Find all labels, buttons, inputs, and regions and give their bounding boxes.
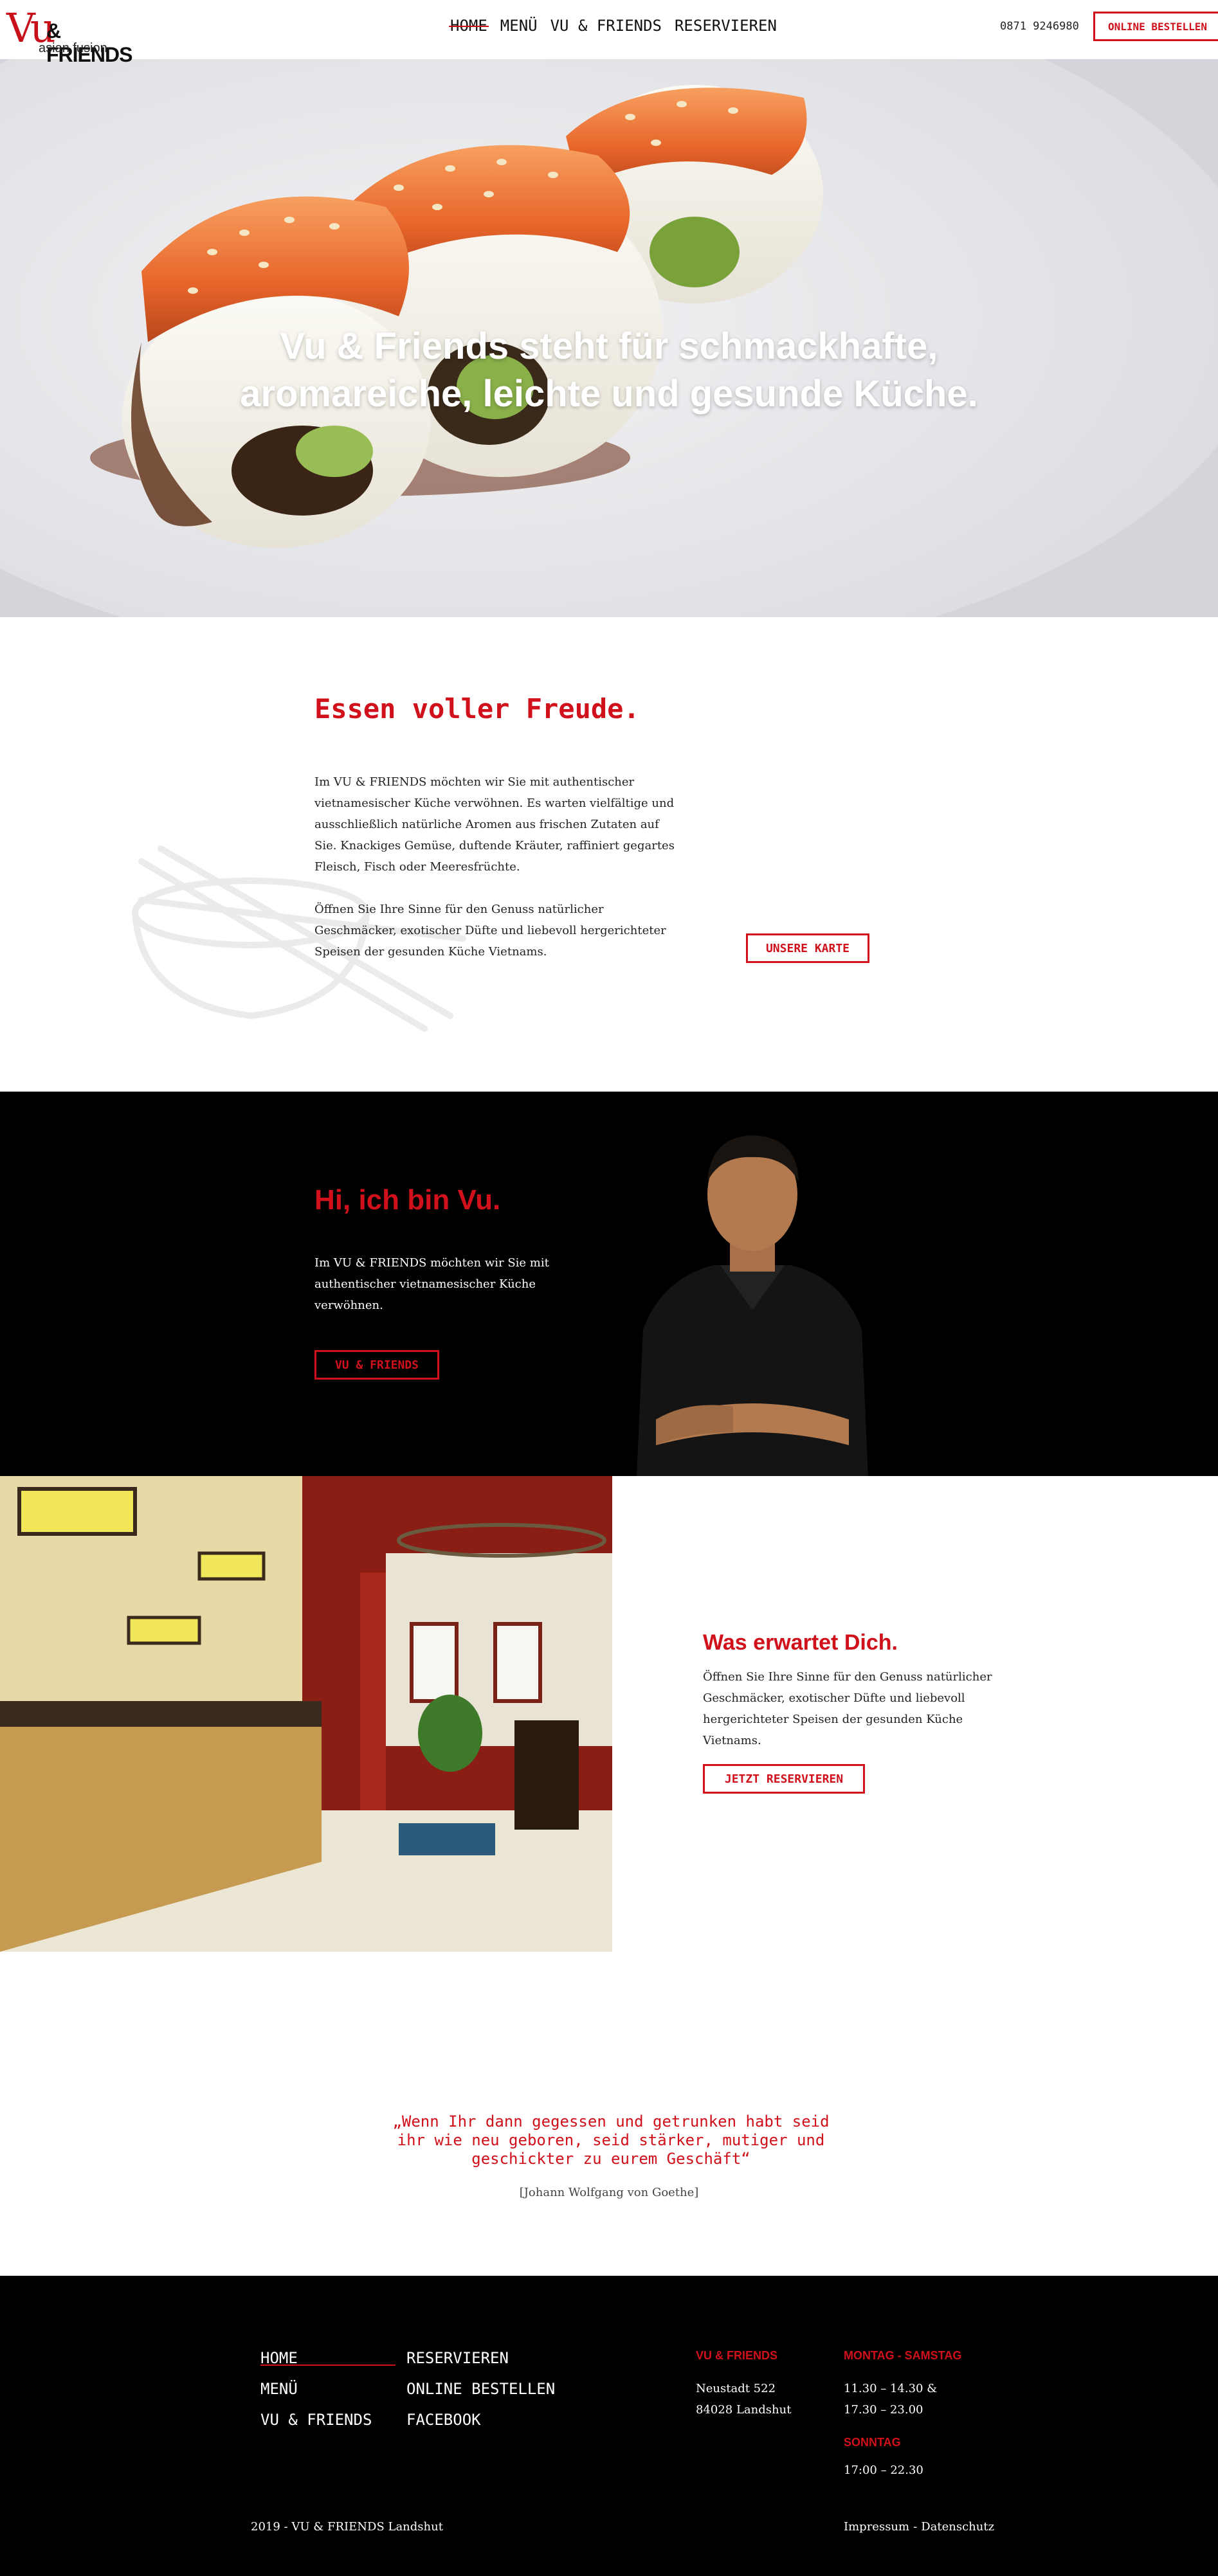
footer-nav-menu[interactable]: MENÜ	[260, 2380, 298, 2398]
footer-address-line-1: Neustadt 522	[696, 2382, 776, 2395]
intro-title: Essen voller Freude.	[314, 693, 640, 725]
footer-nav-reservieren[interactable]: RESERVIEREN	[406, 2349, 509, 2367]
footer-opening-hours: MONTAG - SAMSTAG 11.30 – 14.30 & 17.30 –…	[844, 2345, 961, 2481]
footer-sunday-line: 17:00 – 22.30	[844, 2463, 923, 2477]
intro-text: Im VU & FRIENDS möchten wir Sie mit auth…	[314, 771, 681, 984]
quote-text: „Wenn Ihr dann gegessen und getrunken ha…	[360, 2112, 862, 2168]
online-order-button[interactable]: ONLINE BESTELLEN	[1093, 12, 1218, 41]
footer-nav-online-bestellen[interactable]: ONLINE BESTELLEN	[406, 2380, 555, 2398]
intro-paragraph-1: Im VU & FRIENDS möchten wir Sie mit auth…	[314, 775, 675, 874]
footer-legal-links: Impressum - Datenschutz	[844, 2520, 994, 2534]
quote-author: [Johann Wolfgang von Goethe]	[519, 2186, 699, 2199]
quote-line-1: „Wenn Ihr dann gegessen und getrunken ha…	[392, 2112, 830, 2130]
footer-address: VU & FRIENDS Neustadt 522 84028 Landshut	[696, 2345, 791, 2420]
intro-paragraph-2: Öffnen Sie Ihre Sinne für den Genuss nat…	[314, 903, 666, 959]
logo-subtitle: asian fusion	[39, 41, 107, 55]
site-footer: HOME MENÜ VU & FRIENDS RESERVIEREN ONLIN…	[0, 2276, 1218, 2576]
about-vu-section: Hi, ich bin Vu. Im VU & FRIENDS möchten …	[0, 1092, 1218, 1476]
restaurant-title: Was erwartet Dich.	[703, 1630, 898, 1655]
restaurant-interior-photo	[0, 1476, 612, 1952]
phone-number[interactable]: 0871 9246980	[1000, 20, 1079, 33]
site-header: Vu & FRIENDS asian fusion HOME MENÜ VU &…	[0, 0, 1218, 67]
restaurant-section: Was erwartet Dich. Öffnen Sie Ihre Sinne…	[0, 1476, 1218, 1952]
footer-nav-facebook[interactable]: FACEBOOK	[406, 2411, 481, 2429]
vu-friends-button[interactable]: VU & FRIENDS	[314, 1350, 439, 1380]
hero: Vu & Friends steht für schmackhafte, aro…	[0, 59, 1218, 617]
footer-hours-line-1: 11.30 – 14.30 &	[844, 2382, 938, 2395]
legal-separator: -	[913, 2520, 918, 2534]
vu-text: Im VU & FRIENDS möchten wir Sie mit auth…	[314, 1256, 549, 1312]
nav-reservieren[interactable]: RESERVIEREN	[675, 17, 777, 35]
quote-line-3: geschickter zu eurem Geschäft“	[471, 2150, 750, 2168]
footer-address-heading: VU & FRIENDS	[696, 2349, 778, 2362]
hero-headline: Vu & Friends steht für schmackhafte, aro…	[0, 323, 1218, 418]
footer-sunday-heading: SONNTAG	[844, 2436, 901, 2449]
intro-section: Essen voller Freude. Im VU & FRIENDS möc…	[0, 617, 1218, 1092]
footer-nav-vu-friends[interactable]: VU & FRIENDS	[260, 2411, 372, 2429]
footer-copyright: 2019 - VU & FRIENDS Landshut	[251, 2520, 443, 2534]
footer-address-line-2: 84028 Landshut	[696, 2403, 792, 2417]
vu-title: Hi, ich bin Vu.	[314, 1184, 501, 1216]
footer-nav-home[interactable]: HOME	[260, 2349, 298, 2367]
quote-section: „Wenn Ihr dann gegessen und getrunken ha…	[0, 1952, 1218, 2276]
hero-line-1: Vu & Friends steht für schmackhafte,	[280, 325, 938, 367]
nav-home[interactable]: HOME	[449, 17, 489, 35]
footer-nav-col-2: RESERVIEREN ONLINE BESTELLEN FACEBOOK	[406, 2343, 555, 2435]
restaurant-text: Öffnen Sie Ihre Sinne für den Genuss nat…	[703, 1670, 992, 1747]
logo[interactable]: Vu & FRIENDS asian fusion	[6, 5, 135, 67]
nav-vu-friends[interactable]: VU & FRIENDS	[550, 17, 662, 35]
main-nav: HOME MENÜ VU & FRIENDS RESERVIEREN	[449, 17, 777, 35]
jetzt-reservieren-button[interactable]: JETZT RESERVIEREN	[703, 1764, 865, 1794]
impressum-link[interactable]: Impressum	[844, 2520, 909, 2534]
datenschutz-link[interactable]: Datenschutz	[921, 2520, 994, 2534]
unsere-karte-button[interactable]: UNSERE KARTE	[746, 933, 869, 963]
vu-portrait-photo	[637, 1135, 868, 1476]
nav-menu[interactable]: MENÜ	[500, 17, 538, 35]
footer-nav-col-1: HOME MENÜ VU & FRIENDS	[260, 2343, 372, 2435]
quote-line-2: ihr wie neu geboren, seid stärker, mutig…	[397, 2131, 825, 2149]
hero-line-2: aromareiche, leichte und gesunde Küche.	[240, 373, 978, 415]
footer-hours-heading: MONTAG - SAMSTAG	[844, 2349, 962, 2362]
footer-hours-line-2: 17.30 – 23.00	[844, 2403, 923, 2417]
